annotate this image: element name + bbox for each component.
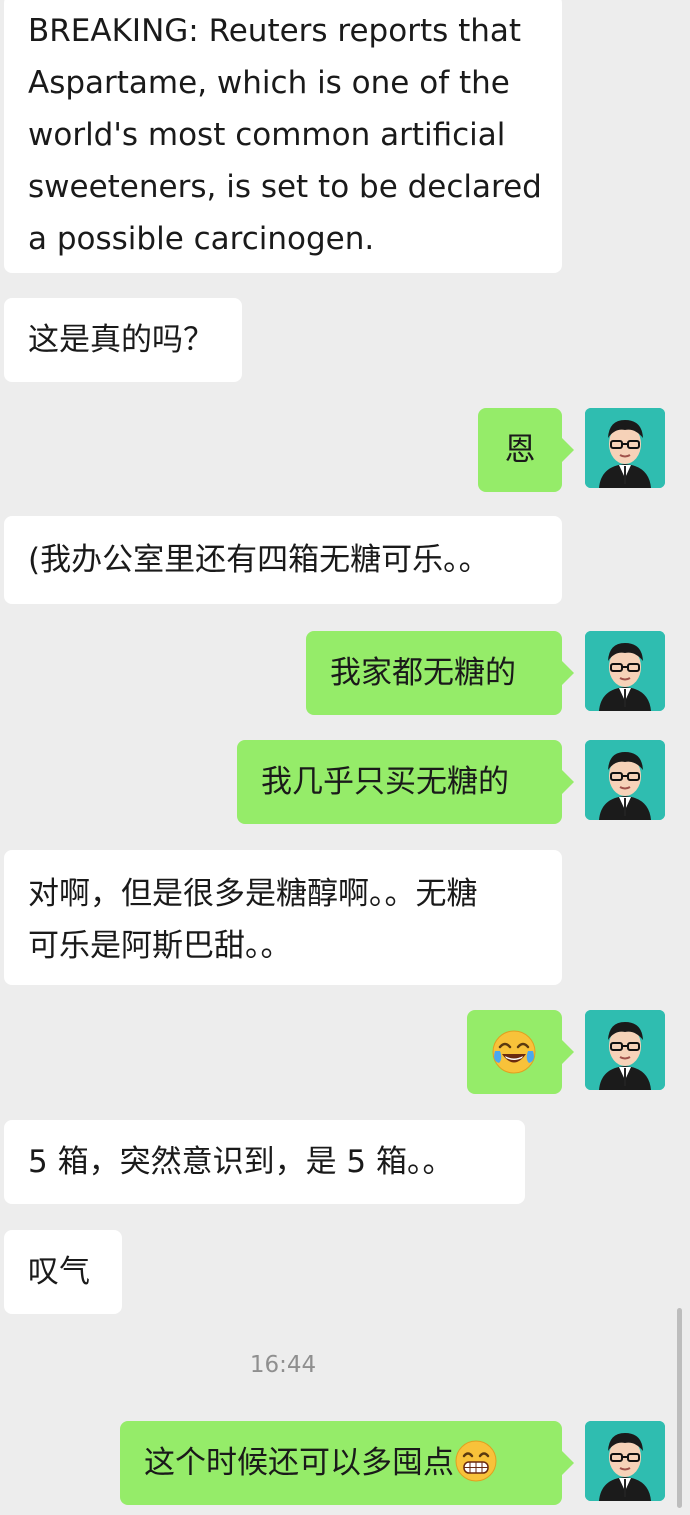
- avatar-icon: [585, 1421, 665, 1501]
- message-bubble-sent[interactable]: 恩: [478, 408, 574, 492]
- user-avatar[interactable]: [585, 408, 665, 488]
- user-avatar[interactable]: [585, 1421, 665, 1501]
- avatar-icon: [585, 408, 665, 488]
- message-text-line: Aspartame, which is one of the: [28, 65, 510, 101]
- user-avatar[interactable]: [585, 1010, 665, 1090]
- message-text-line: BREAKING: Reuters reports that: [28, 13, 522, 49]
- tears-of-joy-emoji-icon: [492, 1030, 536, 1074]
- message-bubble-sent[interactable]: 我家都无糖的: [306, 631, 574, 715]
- message-text-line: a possible carcinogen.: [28, 221, 375, 257]
- message-text: 我几乎只买无糖的: [261, 764, 509, 800]
- message-text: 叹气: [28, 1254, 90, 1290]
- message-text-line: world's most common artificial: [28, 117, 506, 153]
- message-text: 5 箱，突然意识到，是 5 箱。。: [28, 1144, 454, 1180]
- message-text: 这个时候还可以多囤点: [144, 1445, 454, 1481]
- scrollbar[interactable]: [677, 1308, 682, 1508]
- message-bubble-sent[interactable]: 我几乎只买无糖的: [237, 740, 574, 824]
- message-bubble-received[interactable]: 叹气: [4, 1230, 122, 1314]
- grinning-emoji-icon: [455, 1440, 497, 1481]
- avatar-icon: [585, 740, 665, 820]
- avatar-icon: [585, 1010, 665, 1090]
- message-text-line: 对啊，但是很多是糖醇啊。。无糖: [28, 876, 478, 912]
- avatar-icon: [585, 631, 665, 711]
- message-text: 我家都无糖的: [330, 655, 516, 691]
- message-bubble-received[interactable]: 5 箱，突然意识到，是 5 箱。。: [4, 1120, 525, 1204]
- message-bubble-sent[interactable]: [467, 1010, 574, 1094]
- message-text: (我办公室里还有四箱无糖可乐。。: [28, 542, 490, 578]
- message-text: 这是真的吗？: [28, 322, 214, 358]
- message-bubble-sent[interactable]: 这个时候还可以多囤点: [120, 1421, 574, 1505]
- message-text: 恩: [504, 432, 536, 468]
- message-bubble-received[interactable]: BREAKING: Reuters reports that Aspartame…: [4, 0, 562, 273]
- message-bubble-received[interactable]: 对啊，但是很多是糖醇啊。。无糖 可乐是阿斯巴甜。。: [4, 850, 562, 985]
- chat-timestamp: 16:44: [249, 1352, 317, 1378]
- user-avatar[interactable]: [585, 740, 665, 820]
- message-text-line: sweeteners, is set to be declared: [28, 169, 542, 205]
- message-bubble-received[interactable]: 这是真的吗？: [4, 298, 242, 382]
- user-avatar[interactable]: [585, 631, 665, 711]
- message-text-line: 可乐是阿斯巴甜。。: [28, 928, 292, 964]
- message-bubble-received[interactable]: (我办公室里还有四箱无糖可乐。。: [4, 516, 562, 604]
